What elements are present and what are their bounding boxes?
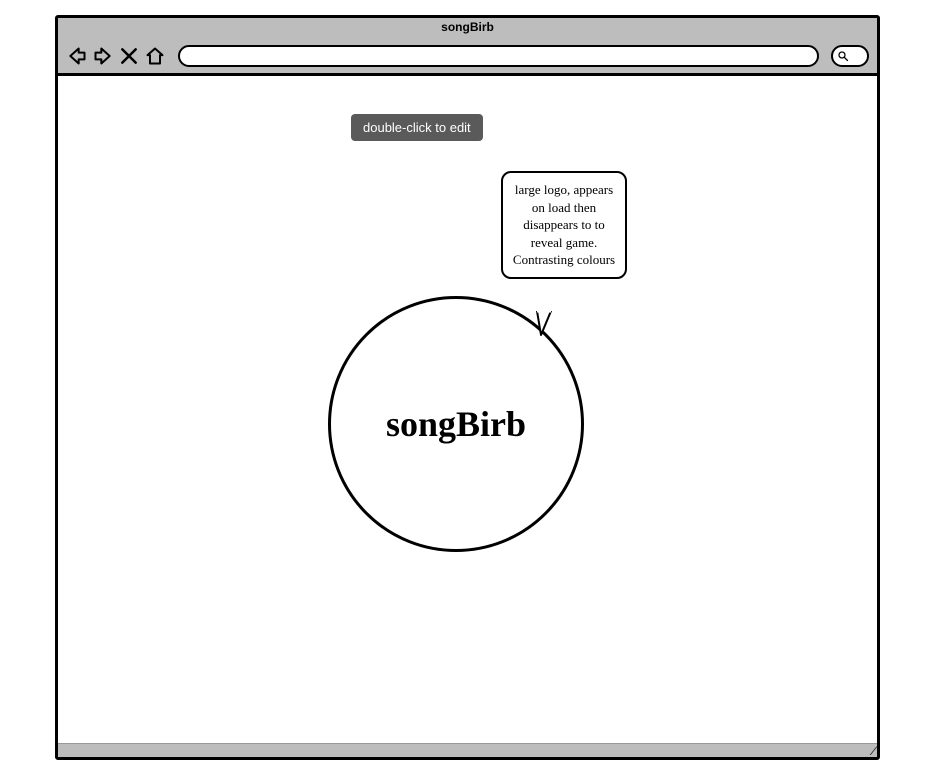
search-button[interactable]: [831, 45, 869, 67]
annotation-bubble: large logo, appears on load then disappe…: [501, 171, 627, 279]
browser-content: double-click to edit songBirb large logo…: [58, 76, 877, 743]
browser-titlebar: songBirb: [58, 18, 877, 38]
search-icon: [837, 50, 849, 62]
stop-icon[interactable]: [118, 45, 140, 67]
back-icon[interactable]: [66, 45, 88, 67]
browser-toolbar: [58, 38, 877, 76]
edit-tooltip: double-click to edit: [351, 114, 483, 141]
browser-window: songBirb double-click to edit songBirb l…: [55, 15, 880, 760]
browser-statusbar: ⁄⁄: [58, 743, 877, 757]
home-icon[interactable]: [144, 45, 166, 67]
forward-icon[interactable]: [92, 45, 114, 67]
logo-text: songBirb: [386, 403, 526, 445]
tooltip-text: double-click to edit: [363, 120, 471, 135]
browser-title: songBirb: [441, 20, 494, 34]
url-input[interactable]: [178, 45, 819, 67]
annotation-text: large logo, appears on load then disappe…: [513, 182, 615, 267]
